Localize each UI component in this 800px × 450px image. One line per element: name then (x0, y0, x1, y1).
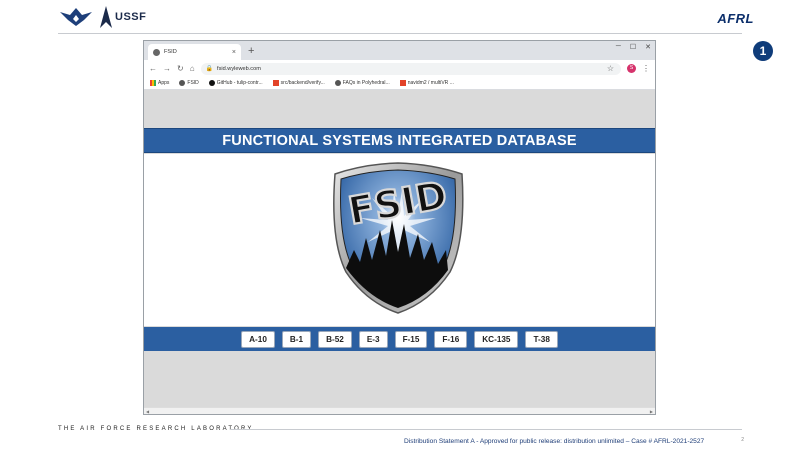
lock-icon: 🔒 (205, 66, 214, 72)
back-icon[interactable]: ← (149, 64, 157, 73)
apps-grid-icon (150, 80, 156, 86)
gitlab-icon (399, 80, 406, 86)
distribution-statement: Distribution Statement A - Approved for … (404, 438, 705, 445)
close-window-icon[interactable]: ✕ (645, 43, 651, 51)
aircraft-button-kc-135[interactable]: KC-135 (474, 330, 519, 348)
maximize-icon[interactable]: ☐ (630, 43, 636, 51)
tab-fsid[interactable]: FSID × (148, 44, 241, 60)
bookmarks-bar: Apps FSID GitHub - tulip-contr... src/ba… (144, 77, 655, 90)
page-title: FUNCTIONAL SYSTEMS INTEGRATED DATABASE (144, 128, 655, 153)
globe-icon (153, 48, 160, 56)
page-viewport: FUNCTIONAL SYSTEMS INTEGRATED DATABASE F… (144, 90, 655, 407)
footer-lab-name: THE AIR FORCE RESEARCH LABORATORY (58, 426, 254, 432)
ussf-logo: USSF (100, 6, 146, 28)
bookmark-multivr[interactable]: navidm2 / multiVR ... (399, 80, 454, 86)
space-force-delta-icon (100, 6, 112, 28)
aircraft-button-bar: A-10 B-1 B-52 E-3 F-15 F-16 KC-135 T-38 (144, 327, 655, 351)
gitlab-icon (272, 80, 279, 86)
fsid-shield-logo: FSID (333, 162, 464, 314)
aircraft-button-f-15[interactable]: F-15 (394, 330, 428, 348)
header-divider (58, 33, 742, 34)
profile-avatar[interactable]: S (627, 64, 636, 73)
url-text: fsid.wyleweb.com (217, 65, 261, 72)
bookmark-github[interactable]: GitHub - tulip-contr... (208, 80, 263, 86)
forward-icon[interactable]: → (163, 64, 171, 73)
github-icon (208, 80, 215, 86)
slide-step-badge: 1 (753, 41, 773, 61)
browser-window: FSID × + ─ ☐ ✕ ← → ↻ ⌂ 🔒 fsid.wyleweb.co… (143, 40, 656, 415)
browser-toolbar: ← → ↻ ⌂ 🔒 fsid.wyleweb.com ☆ S ⋮ (144, 60, 655, 77)
close-icon[interactable]: × (232, 49, 236, 56)
menu-dots-icon[interactable]: ⋮ (642, 64, 650, 73)
aircraft-button-b-1[interactable]: B-1 (281, 330, 312, 348)
tab-bar: FSID × + ─ ☐ ✕ (144, 41, 655, 60)
bookmark-star-icon[interactable]: ☆ (607, 64, 614, 73)
new-tab-button[interactable]: + (248, 44, 254, 58)
bookmark-polyhedral[interactable]: FAQs in Polyhedral... (334, 80, 390, 86)
aircraft-button-t-38[interactable]: T-38 (525, 330, 558, 348)
window-controls: ─ ☐ ✕ (616, 43, 651, 51)
afrl-logo: AFRL (717, 11, 754, 26)
air-force-logo (60, 8, 92, 26)
bookmark-fsid[interactable]: FSID (179, 80, 199, 86)
minimize-icon[interactable]: ─ (616, 43, 621, 51)
scroll-right-icon[interactable]: ▶ (650, 409, 653, 414)
ussf-text: USSF (115, 11, 147, 23)
aircraft-button-e-3[interactable]: E-3 (358, 330, 388, 348)
globe-icon (334, 80, 341, 86)
scroll-left-icon[interactable]: ◀ (146, 409, 149, 414)
aircraft-button-f-16[interactable]: F-16 (434, 330, 468, 348)
aircraft-button-a-10[interactable]: A-10 (241, 330, 275, 348)
home-icon[interactable]: ⌂ (190, 64, 195, 73)
footer-divider (230, 429, 742, 430)
bookmark-gitlab-verify[interactable]: src/backend/verify... (272, 80, 325, 86)
address-bar[interactable]: 🔒 fsid.wyleweb.com ☆ (200, 62, 621, 75)
reload-icon[interactable]: ↻ (177, 64, 184, 73)
aircraft-button-b-52[interactable]: B-52 (318, 330, 352, 348)
tab-title: FSID (164, 49, 177, 55)
globe-icon (179, 80, 186, 86)
page-number: 2 (741, 437, 744, 443)
bookmark-apps[interactable]: Apps (150, 80, 169, 86)
horizontal-scrollbar[interactable]: ◀ ▶ (144, 407, 655, 414)
